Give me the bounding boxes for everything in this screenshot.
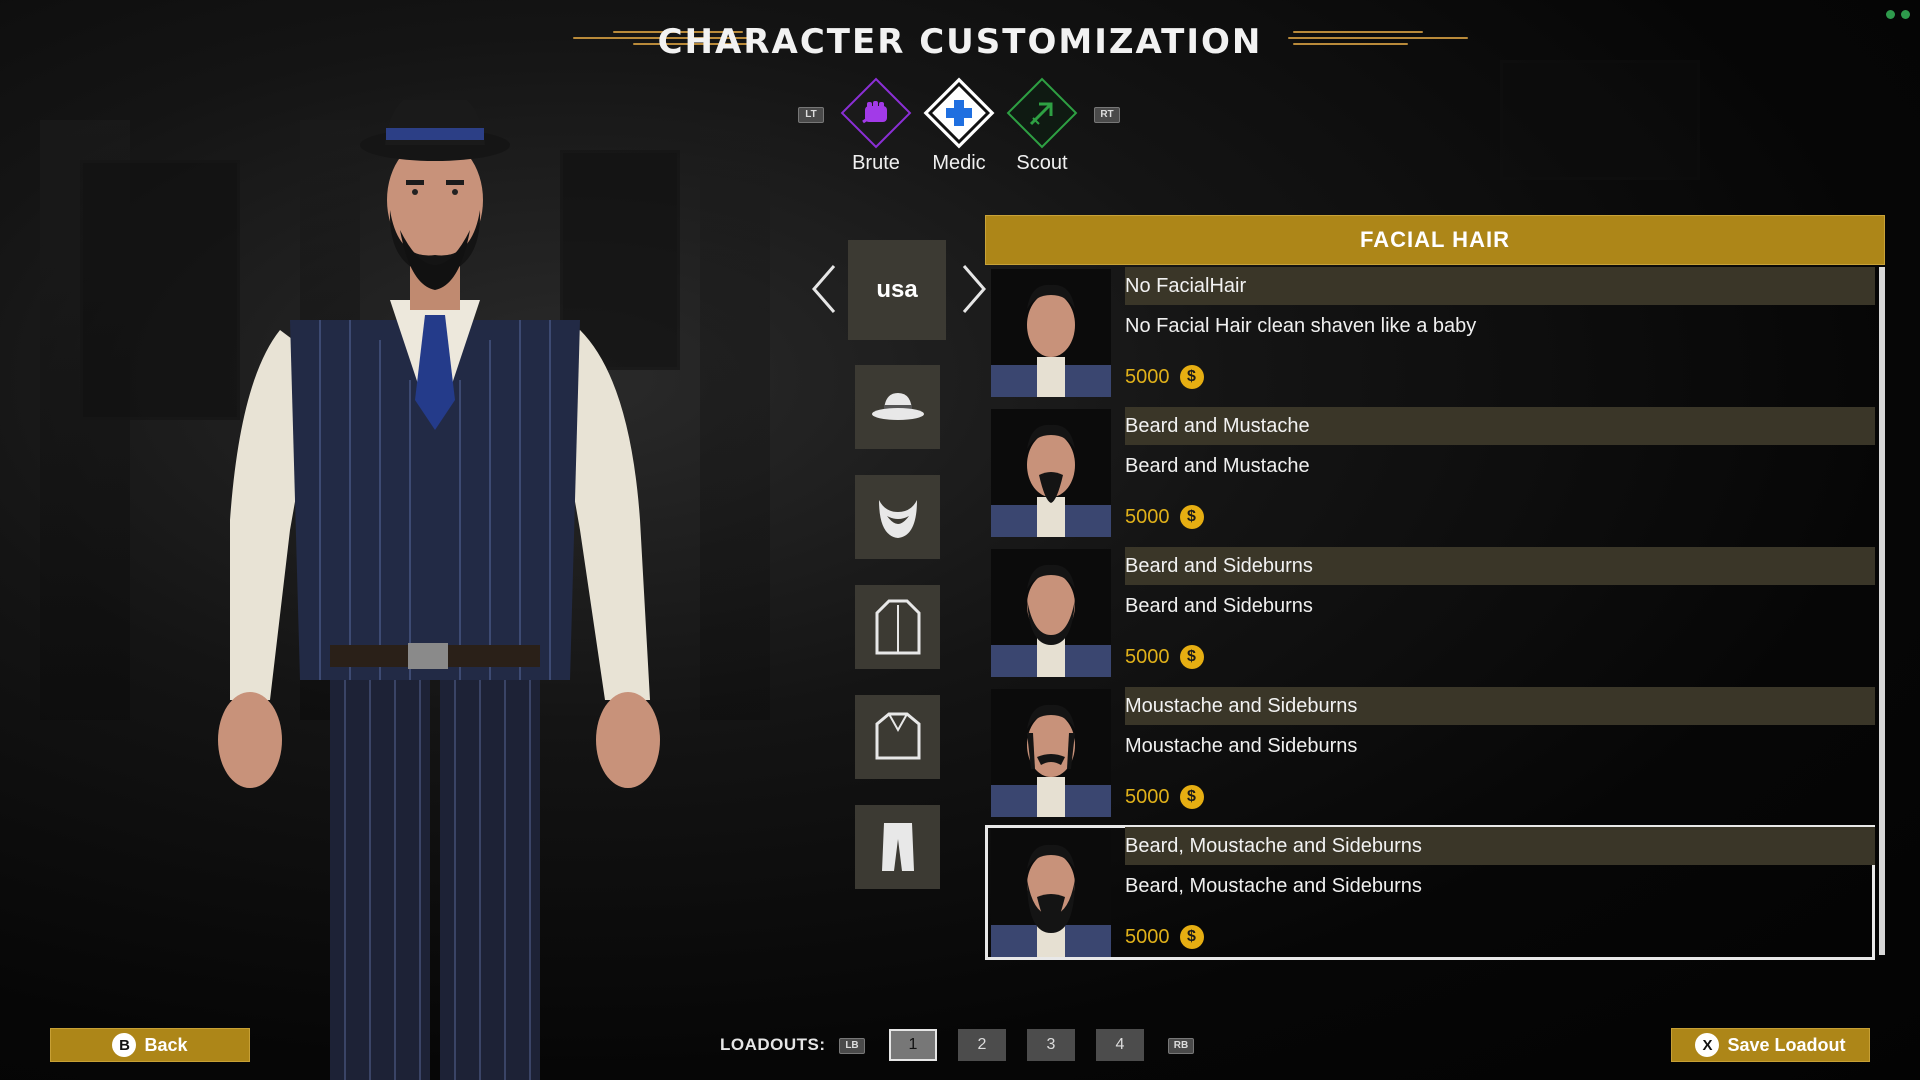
item-price: 5000 $ [1125, 365, 1204, 389]
category-facial-hair[interactable] [855, 475, 940, 559]
item-thumbnail [991, 549, 1111, 677]
loadouts-label: LOADOUTS: [720, 1035, 826, 1054]
status-indicator [1886, 10, 1910, 19]
back-label: Back [144, 1034, 188, 1055]
list-item[interactable]: No FacialHair No Facial Hair clean shave… [985, 265, 1875, 400]
fist-icon [840, 77, 912, 149]
category-pants[interactable] [855, 805, 940, 889]
lt-trigger-hint: LT [798, 107, 824, 123]
category-jacket[interactable] [855, 695, 940, 779]
item-thumbnail [991, 269, 1111, 397]
item-thumbnail [991, 409, 1111, 537]
class-label: Scout [1016, 152, 1068, 174]
class-label: Brute [852, 152, 900, 174]
class-brute[interactable]: Brute [831, 77, 921, 175]
item-name: Beard, Moustache and Sideburns [1125, 827, 1875, 865]
class-label: Medic [932, 152, 986, 174]
panel-header: FACIAL HAIR [985, 215, 1885, 265]
x-button-icon: X [1695, 1033, 1720, 1057]
lb-bumper-hint: LB [839, 1038, 865, 1054]
title-ornament-right [1288, 27, 1468, 53]
item-price: 5000 $ [1125, 785, 1204, 809]
rt-trigger-hint: RT [1094, 107, 1120, 123]
dollar-coin-icon: $ [1179, 365, 1204, 389]
item-thumbnail [991, 689, 1111, 817]
item-description: Beard and Mustache [1125, 455, 1310, 477]
loadout-slot-3[interactable]: 3 [1027, 1029, 1075, 1061]
dollar-coin-icon: $ [1179, 645, 1204, 669]
item-description: No Facial Hair clean shaven like a baby [1125, 315, 1477, 337]
category-hat[interactable] [855, 365, 940, 449]
category-selector[interactable]: usa [848, 240, 946, 340]
loadout-slot-1[interactable]: 1 [889, 1029, 937, 1061]
arrow-icon [1006, 77, 1078, 149]
item-price: 5000 $ [1125, 505, 1204, 529]
class-scout[interactable]: Scout [997, 77, 1087, 175]
item-price: 5000 $ [1125, 925, 1204, 949]
dollar-coin-icon: $ [1179, 785, 1204, 809]
rb-bumper-hint: RB [1168, 1038, 1194, 1054]
next-category-arrow[interactable] [958, 264, 988, 314]
loadout-slot-4[interactable]: 4 [1096, 1029, 1144, 1061]
dollar-coin-icon: $ [1179, 925, 1204, 949]
item-description: Moustache and Sideburns [1125, 735, 1358, 757]
item-name: Beard and Sideburns [1125, 547, 1875, 585]
facial-hair-panel: FACIAL HAIR No FacialHair No Facial Hair… [985, 215, 1885, 960]
pants-icon [881, 823, 914, 871]
item-name: Moustache and Sideburns [1125, 687, 1875, 725]
item-name: No FacialHair [1125, 267, 1875, 305]
beard-icon [878, 500, 917, 538]
back-button[interactable]: B Back [50, 1028, 250, 1062]
character-model [218, 100, 660, 1080]
medical-cross-icon [923, 77, 995, 149]
page-title: CHARACTER CUSTOMIZATION [657, 22, 1263, 62]
item-description: Beard, Moustache and Sideburns [1125, 875, 1422, 897]
category-coat[interactable] [855, 585, 940, 669]
dollar-coin-icon: $ [1179, 505, 1204, 529]
item-description: Beard and Sideburns [1125, 595, 1313, 617]
class-medic[interactable]: Medic [914, 77, 1004, 175]
item-thumbnail [991, 829, 1111, 957]
jacket-icon [875, 712, 920, 760]
list-item[interactable]: Beard and Mustache Beard and Mustache 50… [985, 405, 1875, 540]
prev-category-arrow[interactable] [810, 264, 840, 314]
hat-icon [871, 393, 924, 420]
list-item[interactable]: Beard and Sideburns Beard and Sideburns … [985, 545, 1875, 680]
loadout-slot-2[interactable]: 2 [958, 1029, 1006, 1061]
list-item[interactable]: Moustache and Sideburns Moustache and Si… [985, 685, 1875, 820]
item-price: 5000 $ [1125, 645, 1204, 669]
b-button-icon: B [112, 1033, 137, 1057]
coat-icon [875, 599, 920, 655]
save-loadout-button[interactable]: X Save Loadout [1671, 1028, 1870, 1062]
scrollbar[interactable] [1879, 267, 1885, 955]
item-name: Beard and Mustache [1125, 407, 1875, 445]
list-item-selected[interactable]: Beard, Moustache and Sideburns Beard, Mo… [985, 825, 1875, 960]
save-loadout-label: Save Loadout [1727, 1034, 1846, 1055]
